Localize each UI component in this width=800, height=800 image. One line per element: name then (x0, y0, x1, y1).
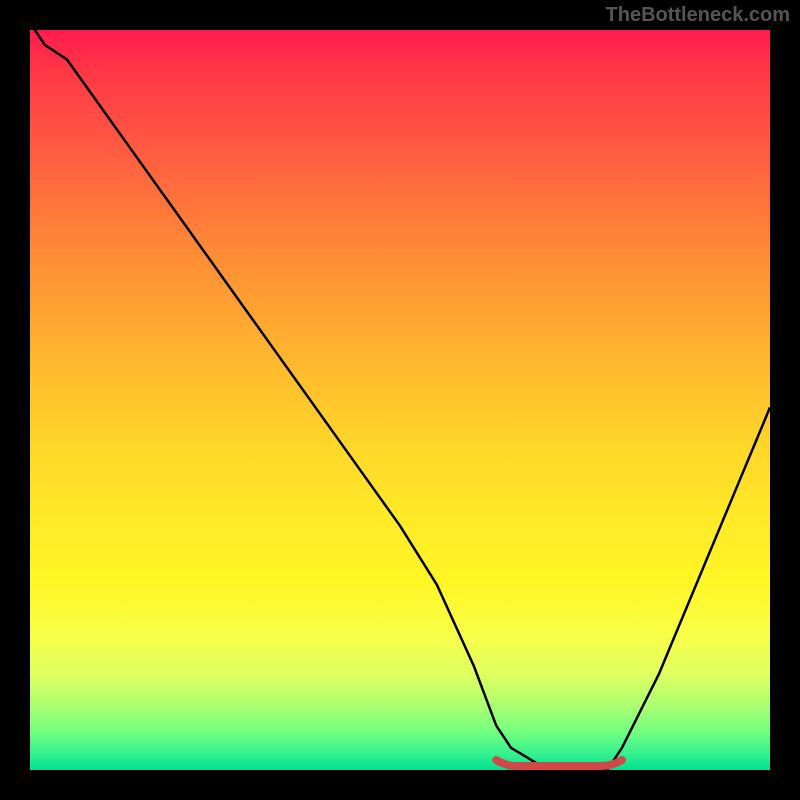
bottleneck-curve (30, 30, 770, 770)
chart-plot-area (30, 30, 770, 770)
minimum-region-marker (496, 760, 622, 766)
chart-svg (30, 30, 770, 770)
watermark-text: TheBottleneck.com (606, 4, 790, 27)
